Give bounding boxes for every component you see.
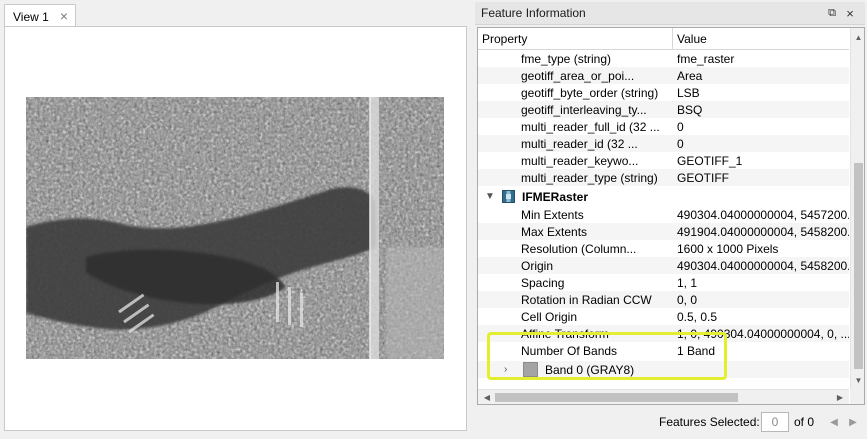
- table-row[interactable]: geotiff_interleaving_ty... BSQ: [478, 101, 849, 118]
- vertical-scroll-thumb[interactable]: [854, 163, 863, 369]
- panel-title-bar: Feature Information ⧉ ×: [475, 2, 865, 25]
- table-row[interactable]: fme_type (string) fme_raster: [478, 51, 849, 67]
- scrollbar-corner: [850, 389, 864, 404]
- table-row[interactable]: geotiff_area_or_poi... Area: [478, 67, 849, 84]
- table-row-number-of-bands[interactable]: Number Of Bands 1 Band: [478, 342, 849, 359]
- value-cell: 0, 0: [677, 292, 698, 307]
- table-row[interactable]: Rotation in Radian CCW 0, 0: [478, 291, 849, 308]
- property-cell: Cell Origin: [521, 309, 578, 324]
- table-row[interactable]: Origin 490304.04000000004, 5458200.137: [478, 257, 849, 274]
- horizontal-scroll-thumb[interactable]: [495, 393, 738, 402]
- raster-image: [26, 97, 444, 359]
- scroll-left-icon[interactable]: ◀: [481, 392, 493, 403]
- table-row[interactable]: multi_reader_id (32 ... 0: [478, 135, 849, 152]
- value-cell: 0: [677, 136, 684, 151]
- panel-title: Feature Information: [481, 6, 586, 20]
- table-row[interactable]: geotiff_byte_order (string) LSB: [478, 84, 849, 101]
- value-cell: 1 Band: [677, 343, 716, 358]
- property-cell: Resolution (Column...: [521, 241, 637, 256]
- property-cell: Max Extents: [521, 224, 588, 239]
- feature-table: Property Value fme_type (string) fme_ras…: [477, 27, 865, 405]
- value-cell: Area: [677, 68, 703, 83]
- close-icon[interactable]: ×: [60, 8, 68, 24]
- scroll-up-icon[interactable]: ▲: [853, 31, 864, 43]
- property-cell: Affine Transform: [521, 326, 609, 341]
- table-row[interactable]: Affine Transform 1, 0, 490304.0400000000…: [478, 325, 849, 342]
- status-bar: Features Selected: 0 of 0 ◀ ▶: [475, 409, 865, 435]
- value-cell: LSB: [677, 85, 700, 100]
- previous-feature-icon[interactable]: ◀: [827, 414, 841, 430]
- value-cell: 1, 0, 490304.04000000004, 0, ...: [677, 326, 849, 341]
- property-cell: geotiff_area_or_poi...: [521, 68, 635, 83]
- features-total-text: of 0: [794, 415, 815, 429]
- close-panel-icon[interactable]: ×: [843, 6, 857, 21]
- value-cell: 0: [677, 119, 684, 134]
- next-feature-icon[interactable]: ▶: [846, 414, 860, 430]
- table-row[interactable]: multi_reader_keywo... GEOTIFF_1: [478, 152, 849, 169]
- property-cell: Min Extents: [521, 207, 584, 222]
- value-cell: fme_raster: [677, 51, 735, 66]
- column-header-property[interactable]: Property: [478, 28, 673, 50]
- band-color-swatch: [523, 362, 538, 377]
- table-row[interactable]: Resolution (Column... 1600 x 1000 Pixels: [478, 240, 849, 257]
- value-cell: 491904.04000000004, 5458200.137: [677, 224, 849, 239]
- column-header-value[interactable]: Value: [673, 28, 849, 50]
- scroll-down-icon[interactable]: ▼: [853, 374, 864, 386]
- value-cell: 490304.04000000004, 5457200.137: [677, 207, 849, 222]
- property-cell: multi_reader_keywo...: [521, 153, 639, 168]
- feature-information-panel: Feature Information ⧉ × Property Value f…: [475, 2, 865, 406]
- value-cell: 0.5, 0.5: [677, 309, 718, 324]
- chevron-right-icon[interactable]: ›: [504, 364, 507, 375]
- property-cell: Rotation in Radian CCW: [521, 292, 652, 307]
- table-row[interactable]: Min Extents 490304.04000000004, 5457200.…: [478, 206, 849, 223]
- property-cell: Spacing: [521, 275, 565, 290]
- value-cell: 1600 x 1000 Pixels: [677, 241, 779, 256]
- table-header: Property Value: [478, 28, 849, 50]
- raster-icon: [502, 190, 515, 203]
- table-body: fme_type (string) fme_raster geotiff_are…: [478, 51, 849, 389]
- table-row[interactable]: multi_reader_full_id (32 ... 0: [478, 118, 849, 135]
- features-selected-input[interactable]: 0: [761, 412, 789, 432]
- tab-view-1[interactable]: View 1 ×: [4, 4, 76, 28]
- value-cell: BSQ: [677, 102, 703, 117]
- property-cell: multi_reader_id (32 ...: [521, 136, 638, 151]
- band-row[interactable]: › Band 0 (GRAY8): [478, 361, 849, 378]
- features-selected-label: Features Selected:: [659, 415, 760, 429]
- property-cell: geotiff_byte_order (string): [521, 85, 659, 100]
- table-row[interactable]: Max Extents 491904.04000000004, 5458200.…: [478, 223, 849, 240]
- value-cell: 1, 1: [677, 275, 698, 290]
- property-cell: multi_reader_type (string): [521, 170, 658, 185]
- value-cell: GEOTIFF_1: [677, 153, 743, 168]
- float-panel-icon[interactable]: ⧉: [825, 6, 839, 20]
- property-cell: fme_type (string): [521, 51, 612, 66]
- property-cell: multi_reader_full_id (32 ...: [521, 119, 660, 134]
- table-row[interactable]: Cell Origin 0.5, 0.5: [478, 308, 849, 325]
- horizontal-scrollbar[interactable]: ◀ ▶: [478, 389, 849, 404]
- property-cell: Origin: [521, 258, 554, 273]
- chevron-down-icon[interactable]: ▼: [485, 191, 495, 202]
- table-row[interactable]: Spacing 1, 1: [478, 274, 849, 291]
- scroll-right-icon[interactable]: ▶: [834, 392, 846, 403]
- value-cell: GEOTIFF: [677, 170, 729, 185]
- group-label: IFMERaster: [522, 189, 589, 204]
- map-view[interactable]: [4, 26, 467, 431]
- view-tab-bar: View 1 ×: [2, 2, 467, 28]
- property-cell: Number Of Bands: [521, 343, 618, 358]
- table-row[interactable]: multi_reader_type (string) GEOTIFF: [478, 169, 849, 186]
- group-row-ifmeraster[interactable]: ▼ IFMERaster: [478, 188, 849, 205]
- value-cell: 490304.04000000004, 5458200.137: [677, 258, 849, 273]
- band-label: Band 0 (GRAY8): [545, 362, 635, 377]
- property-cell: geotiff_interleaving_ty...: [521, 102, 647, 117]
- tab-label: View 1: [13, 9, 49, 24]
- vertical-scrollbar[interactable]: ▲ ▼: [850, 28, 864, 389]
- app-window: View 1 × Feature Information ⧉ × Propert…: [0, 0, 867, 439]
